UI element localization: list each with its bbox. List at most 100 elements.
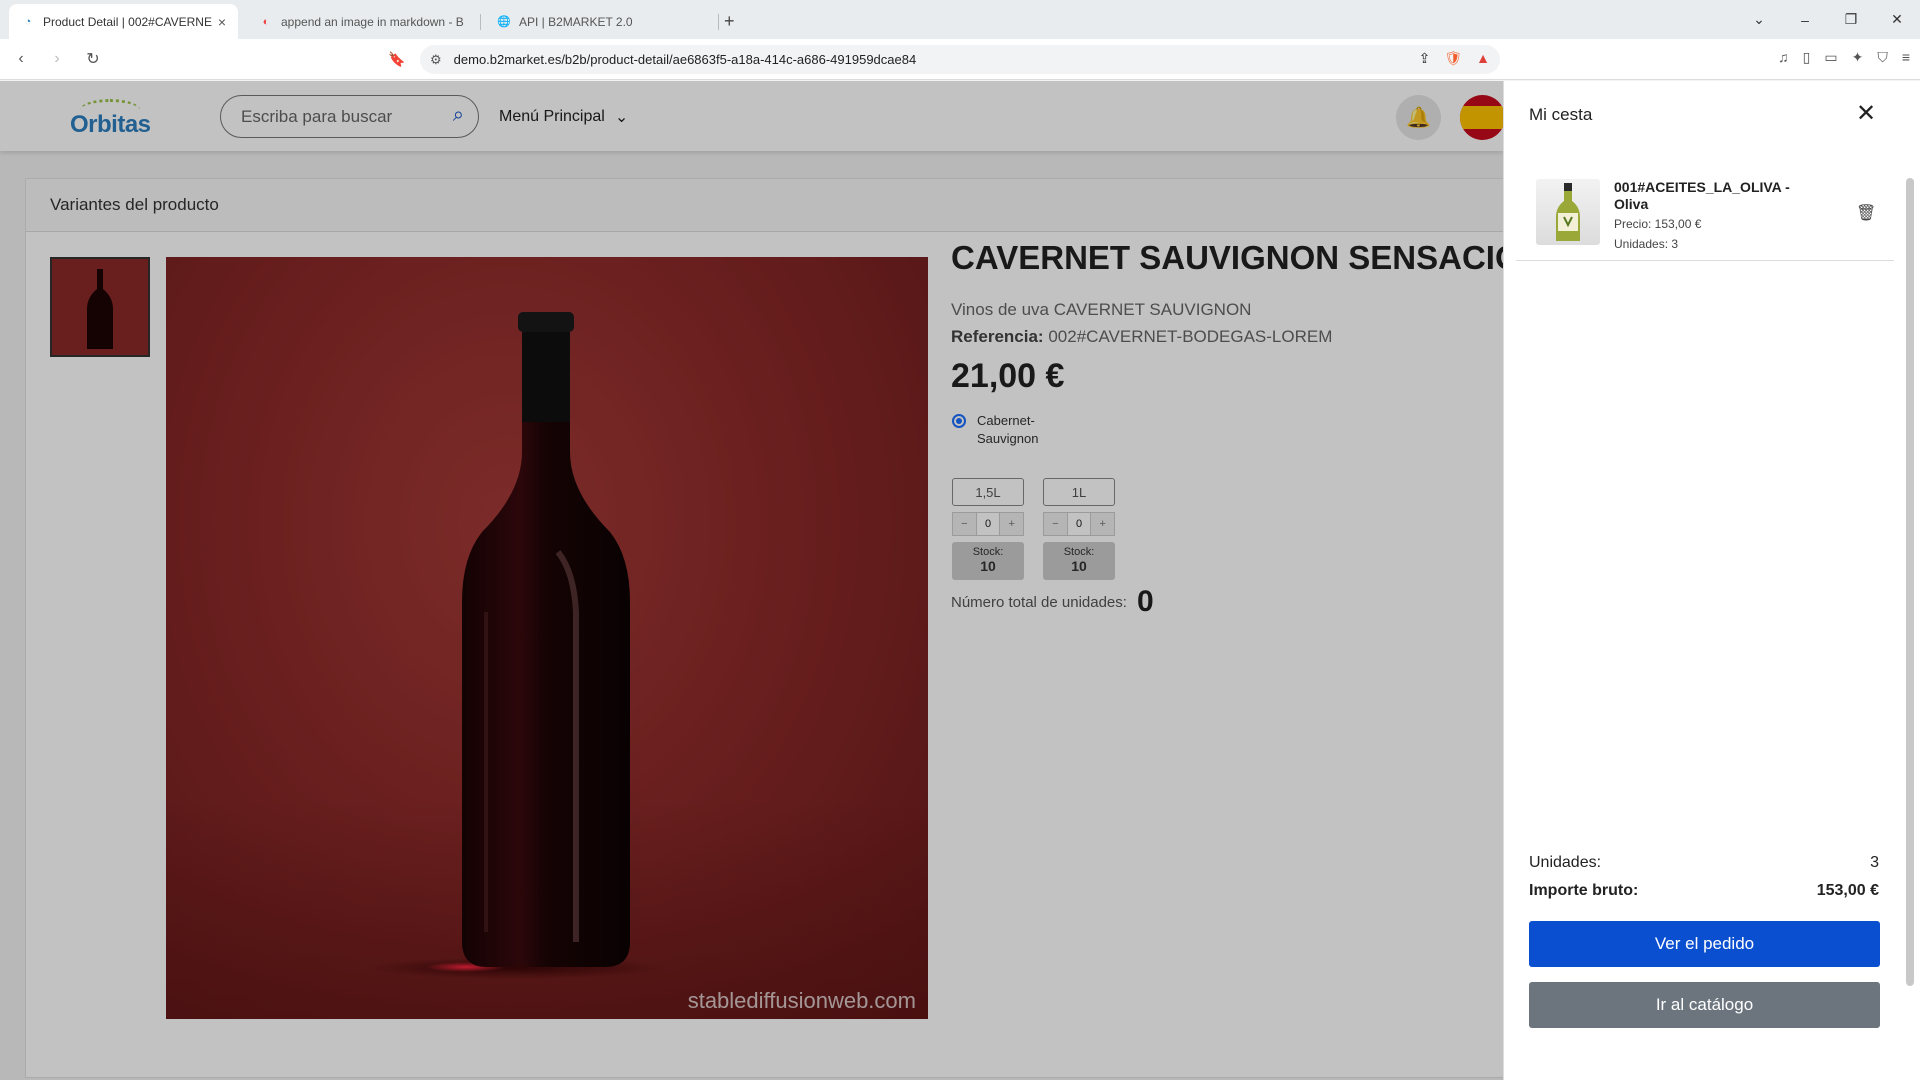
share-icon[interactable]: ⇪	[1419, 50, 1431, 67]
close-icon[interactable]: ✕	[1856, 99, 1876, 128]
increment-button[interactable]: +	[1091, 513, 1115, 535]
decrement-button[interactable]: −	[1044, 513, 1067, 535]
variant-radio-label[interactable]: Cabernet-Sauvignon	[977, 412, 1067, 448]
variant-radio[interactable]	[952, 414, 966, 428]
quantity-stepper: − 0 +	[952, 512, 1024, 536]
scrollbar[interactable]	[1906, 178, 1914, 986]
product-subtitle: Vinos de uva CAVERNET SAUVIGNON	[951, 300, 1252, 319]
cart-item-image	[1536, 179, 1600, 245]
tab-list-icon[interactable]: ⌄	[1736, 11, 1782, 28]
product-thumbnail[interactable]	[50, 257, 150, 357]
cart-item-units: Unidades: 3	[1614, 237, 1679, 251]
site-header: Orbitas Escriba para buscar ⌕ Menú Princ…	[0, 81, 1503, 151]
spain-flag-icon[interactable]	[1460, 95, 1503, 140]
window-controls: ⌄ – ❐ ✕	[1736, 0, 1920, 39]
sidebar-icon[interactable]: ▯	[1803, 49, 1811, 66]
gross-label: Importe bruto:	[1529, 882, 1639, 899]
notification-bell-icon[interactable]: 🔔	[1396, 95, 1441, 140]
cart-summary: Unidades: 3 Importe bruto: 153,00 €	[1529, 854, 1879, 910]
go-to-catalog-button[interactable]: Ir al catálogo	[1529, 982, 1880, 1028]
back-icon[interactable]: ‹	[6, 50, 36, 68]
quantity-input[interactable]: 0	[975, 513, 1001, 535]
units-label: Unidades:	[1529, 854, 1602, 871]
product-price: 21,00 €	[951, 357, 1065, 395]
flag-stripe	[1460, 106, 1503, 129]
reload-icon[interactable]: ↻	[78, 49, 108, 69]
menu-icon[interactable]: ≡	[1902, 49, 1910, 66]
stock-box: Stock: 10	[1043, 542, 1115, 580]
chevron-down-icon: ⌄	[614, 109, 629, 126]
media-icon[interactable]: ♫	[1778, 49, 1789, 66]
main-menu-label: Menú Principal	[499, 108, 605, 125]
close-window-icon[interactable]: ✕	[1874, 11, 1920, 28]
minimize-icon[interactable]: –	[1782, 12, 1828, 28]
tab-markdown[interactable]: ◐ append an image in markdown - Br	[247, 4, 481, 39]
bookmark-icon[interactable]: 🔖	[388, 51, 405, 68]
globe-icon: 🌐	[497, 16, 511, 28]
cart-panel: Mi cesta ✕ 001#ACEITES_LA_OLIVA - Oliva …	[1503, 81, 1920, 1080]
variant-size: 1,5L	[952, 478, 1024, 506]
units-value: 3	[1870, 854, 1879, 871]
olive-oil-bottle	[1556, 183, 1580, 241]
product-title: CAVERNET SAUVIGNON SENSACIÓN	[951, 239, 1503, 276]
site-settings-icon[interactable]: ⚙	[430, 52, 442, 68]
reference-label: Referencia:	[951, 327, 1044, 346]
stock-label: Stock:	[972, 546, 1004, 558]
trash-icon[interactable]: 🗑	[1856, 203, 1876, 223]
url-actions: ⇪ 🛡 ▲	[1419, 50, 1490, 67]
brave-rewards-icon[interactable]: ▲	[1476, 50, 1490, 67]
variant-1-5l: 1,5L − 0 + Stock: 10	[952, 478, 1024, 580]
wallet-icon[interactable]: ▭	[1824, 49, 1837, 66]
stock-box: Stock: 10	[952, 542, 1024, 580]
vpn-icon[interactable]: ⛉	[1877, 49, 1888, 66]
reference-value: 002#CAVERNET-BODEGAS-LOREM	[1048, 327, 1333, 346]
extensions-toolbar: ♫ ▯ ▭ ✦ ⛉ ≡	[1778, 49, 1910, 66]
tab-product-detail[interactable]: ◔ Product Detail | 002#CAVERNE ×	[9, 4, 238, 39]
gross-value: 153,00 €	[1816, 882, 1879, 899]
stock-label: Stock:	[1063, 546, 1095, 558]
url-field[interactable]: ⚙ demo.b2market.es/b2b/product-detail/ae…	[420, 45, 1500, 74]
variant-1l: 1L − 0 + Stock: 10	[1043, 478, 1115, 580]
decrement-button[interactable]: −	[953, 513, 976, 535]
page-content: Orbitas Escriba para buscar ⌕ Menú Princ…	[0, 81, 1503, 1080]
section-title: Variantes del producto	[26, 179, 1503, 232]
tab-title: Product Detail | 002#CAVERNE	[43, 14, 212, 29]
product-card: Variantes del producto stablediffusionwe…	[25, 178, 1503, 1078]
image-watermark: stablediffusionweb.com	[687, 988, 916, 1013]
total-units: Número total de unidades: 0	[951, 585, 1154, 619]
stock-value: 10	[980, 558, 996, 574]
cart-item-price: Precio: 153,00 €	[1614, 217, 1702, 231]
view-order-button[interactable]: Ver el pedido	[1529, 921, 1880, 967]
brave-favicon-icon: ◐	[262, 15, 270, 28]
close-tab-icon[interactable]: ×	[218, 14, 226, 30]
variant-size: 1L	[1043, 478, 1115, 506]
tab-separator	[718, 14, 719, 30]
stock-value: 10	[1071, 558, 1087, 574]
product-main-image: stablediffusionweb.com	[166, 257, 928, 1019]
new-tab-button[interactable]: +	[724, 4, 735, 39]
restore-icon[interactable]: ❐	[1828, 11, 1874, 28]
site-logo[interactable]: Orbitas	[70, 97, 151, 138]
search-placeholder: Escriba para buscar	[241, 106, 393, 126]
search-icon[interactable]: ⌕	[453, 104, 464, 127]
url-text[interactable]: demo.b2market.es/b2b/product-detail/ae68…	[454, 52, 917, 67]
cart-item-name: 001#ACEITES_LA_OLIVA - Oliva	[1614, 179, 1790, 212]
search-input[interactable]: Escriba para buscar ⌕	[220, 95, 479, 138]
quantity-input[interactable]: 0	[1066, 513, 1092, 535]
wine-bottle	[462, 312, 630, 967]
total-units-label: Número total de unidades:	[951, 593, 1127, 611]
main-menu-dropdown[interactable]: Menú Principal ⌄	[499, 107, 628, 127]
site-favicon-icon: ◔	[24, 15, 32, 28]
forward-icon[interactable]: ›	[42, 50, 72, 68]
browser-tabbar: ◔ Product Detail | 002#CAVERNE × ◐ appen…	[0, 0, 1920, 39]
tab-title: API | B2MARKET 2.0	[519, 14, 633, 29]
leo-ai-icon[interactable]: ✦	[1852, 49, 1864, 66]
increment-button[interactable]: +	[1000, 513, 1024, 535]
address-bar: ‹ › ↻ 🔖 ⚙ demo.b2market.es/b2b/product-d…	[0, 39, 1920, 80]
thumbnail-bottle	[52, 259, 148, 355]
cart-title: Mi cesta	[1529, 105, 1593, 124]
tab-api[interactable]: 🌐 API | B2MARKET 2.0	[485, 4, 719, 39]
units-row: Unidades: 3	[1529, 854, 1879, 872]
brave-shield-icon[interactable]: 🛡	[1444, 50, 1462, 67]
tab-title: append an image in markdown - Br	[281, 14, 464, 29]
